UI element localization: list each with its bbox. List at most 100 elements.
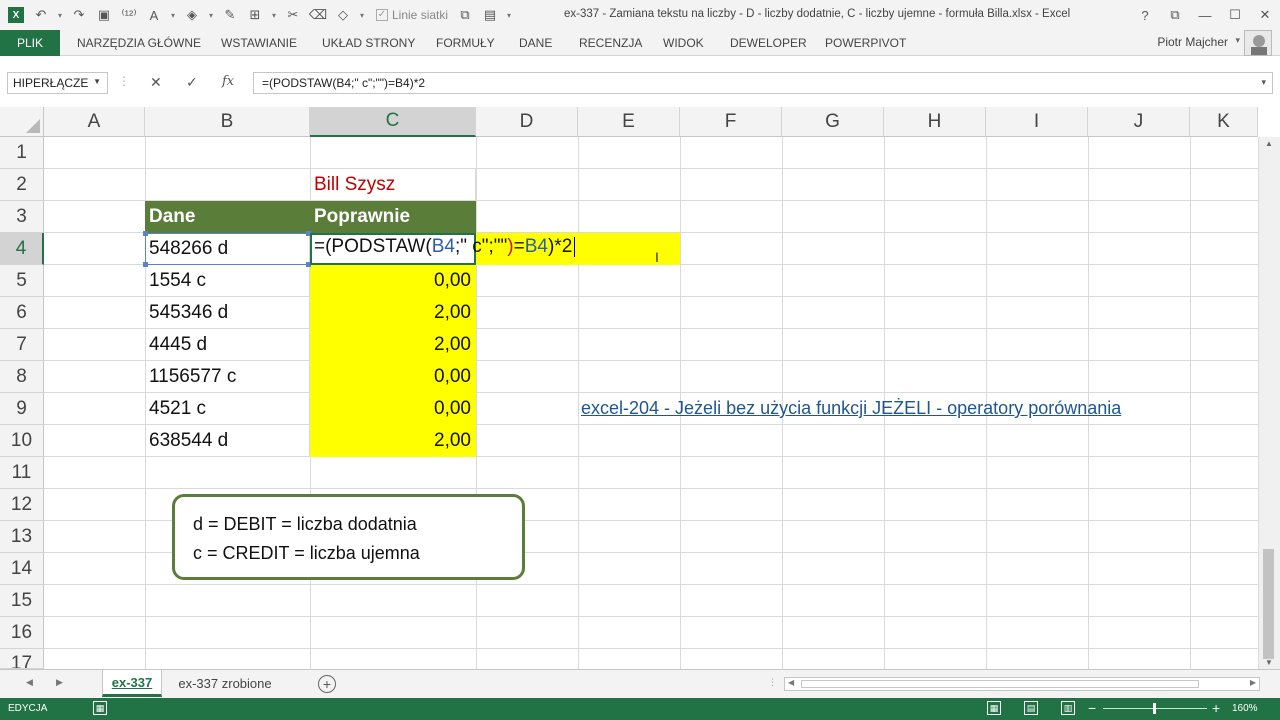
note-shape[interactable]: d = DEBIT = liczba dodatnia c = CREDIT =… — [172, 494, 525, 580]
macro-record-icon[interactable]: ▦ — [93, 701, 107, 715]
zoom-in-icon[interactable]: + — [1212, 700, 1220, 716]
row-header-7[interactable]: 7 — [0, 329, 44, 361]
cell-b10[interactable]: 638544 d — [145, 425, 310, 457]
close-icon[interactable]: ✕ — [1250, 7, 1280, 23]
fill-dropdown-icon[interactable]: ▾ — [206, 4, 216, 26]
redo-icon[interactable]: ↷ — [68, 4, 90, 26]
row-header-13[interactable]: 13 — [0, 521, 44, 553]
minimize-icon[interactable]: — — [1190, 8, 1220, 23]
ribbon-display-icon[interactable]: ⧉ — [1160, 7, 1190, 23]
add-sheet-icon[interactable]: + — [318, 675, 336, 693]
macro-icon[interactable]: ▤ — [479, 4, 501, 26]
gridlines-checkbox[interactable]: ✓ Linie siatki — [376, 8, 448, 22]
column-header-d[interactable]: D — [476, 107, 578, 137]
horizontal-scrollbar[interactable]: ◀ ▶ — [784, 677, 1260, 691]
cell-b8[interactable]: 1156577 c — [145, 361, 310, 393]
cell-b7[interactable]: 4445 d — [145, 329, 310, 361]
cell-edit-text[interactable]: =(PODSTAW(B4;" c";"")=B4)*2 — [314, 236, 576, 258]
cell-b6[interactable]: 545346 d — [145, 297, 310, 329]
scroll-left-icon[interactable]: ◀ — [788, 678, 794, 687]
cell-c7[interactable]: 2,00 — [310, 329, 476, 361]
column-header-c[interactable]: C — [310, 107, 476, 137]
row-header-1[interactable]: 1 — [0, 137, 44, 169]
font-color-icon[interactable]: A — [143, 4, 165, 26]
format-painter-icon[interactable]: ✂ — [282, 4, 304, 26]
row-header-11[interactable]: 11 — [0, 457, 44, 489]
formula-input[interactable]: =(PODSTAW(B4;" c";"")=B4)*2 ▾ — [253, 72, 1273, 94]
normal-view-icon[interactable]: ▦ — [987, 701, 1001, 715]
insert-function-icon[interactable]: fx — [222, 74, 234, 89]
zoom-level[interactable]: 160% — [1232, 703, 1258, 714]
tab-page-layout[interactable]: UKŁAD STRONY — [322, 30, 415, 56]
row-header-10[interactable]: 10 — [0, 425, 44, 457]
tab-insert[interactable]: WSTAWIANIE — [221, 30, 297, 56]
scroll-up-icon[interactable]: ▲ — [1265, 139, 1273, 148]
font-color-dropdown-icon[interactable]: ▾ — [168, 4, 178, 26]
tab-home[interactable]: NARZĘDZIA GŁÓWNE — [77, 30, 201, 56]
undo-icon[interactable]: ↶ — [30, 4, 52, 26]
page-break-view-icon[interactable]: ▥ — [1061, 701, 1075, 715]
user-name[interactable]: Piotr Majcher — [1157, 35, 1228, 49]
screenshot-icon[interactable]: ⧉ — [454, 4, 476, 26]
borders-dropdown-icon[interactable]: ▾ — [269, 4, 279, 26]
cell-c8[interactable]: 0,00 — [310, 361, 476, 393]
column-header-h[interactable]: H — [884, 107, 986, 137]
name-box[interactable]: HIPERŁĄCZE ▼ — [7, 72, 108, 94]
sheet-prev-icon[interactable]: ◀ — [26, 677, 33, 688]
vertical-scroll-thumb[interactable] — [1263, 549, 1274, 659]
page-layout-view-icon[interactable]: ▤ — [1024, 701, 1038, 715]
borders-icon[interactable]: ⊞ — [244, 4, 266, 26]
cell-c3[interactable]: Poprawnie — [310, 201, 476, 233]
cell-b3[interactable]: Dane — [145, 201, 310, 233]
cell-c5[interactable]: 0,00 — [310, 265, 476, 297]
tab-formulas[interactable]: FORMUŁY — [436, 30, 495, 56]
customize-qat-icon[interactable]: ▾ — [504, 4, 514, 26]
select-all-button[interactable] — [0, 107, 44, 137]
row-header-14[interactable]: 14 — [0, 553, 44, 585]
row-header-15[interactable]: 15 — [0, 585, 44, 617]
column-header-k[interactable]: K — [1190, 107, 1258, 137]
row-header-16[interactable]: 16 — [0, 617, 44, 649]
cell-c6[interactable]: 2,00 — [310, 297, 476, 329]
row-header-5[interactable]: 5 — [0, 265, 44, 297]
tab-view[interactable]: WIDOK — [663, 30, 704, 56]
column-header-f[interactable]: F — [680, 107, 782, 137]
eraser-icon[interactable]: ⌫ — [307, 4, 329, 26]
shapes-dropdown-icon[interactable]: ▾ — [357, 4, 367, 26]
tab-data[interactable]: DANE — [519, 30, 552, 56]
zoom-slider-thumb[interactable] — [1153, 703, 1156, 714]
cell-b9[interactable]: 4521 c — [145, 393, 310, 425]
row-header-4[interactable]: 4 — [0, 233, 44, 265]
row-header-9[interactable]: 9 — [0, 393, 44, 425]
column-header-e[interactable]: E — [578, 107, 680, 137]
vertical-scrollbar[interactable]: ▲ ▼ — [1258, 137, 1280, 669]
tab-powerpivot[interactable]: POWERPIVOT — [825, 30, 906, 56]
maximize-icon[interactable]: ☐ — [1220, 7, 1250, 23]
ref-handle[interactable] — [143, 231, 148, 236]
zoom-out-icon[interactable]: − — [1088, 700, 1096, 716]
tab-file[interactable]: PLIK — [0, 30, 60, 56]
fill-color-icon[interactable]: ◈ — [181, 4, 203, 26]
shapes-icon[interactable]: ◇ — [332, 4, 354, 26]
save-icon[interactable]: ▣ — [93, 4, 115, 26]
avatar[interactable] — [1244, 30, 1272, 56]
row-header-12[interactable]: 12 — [0, 489, 44, 521]
enter-icon[interactable]: ✓ — [186, 74, 198, 91]
row-header-2[interactable]: 2 — [0, 169, 44, 201]
cell-c2[interactable]: Bill Szysz — [310, 169, 476, 201]
horizontal-scroll-thumb[interactable] — [801, 680, 1199, 688]
cell-b5[interactable]: 1554 c — [145, 265, 310, 297]
user-dropdown-icon[interactable]: ▾ — [1235, 35, 1240, 46]
font-size-icon[interactable]: ⁽¹²⁾ — [118, 4, 140, 26]
row-header-6[interactable]: 6 — [0, 297, 44, 329]
sheet-next-icon[interactable]: ▶ — [56, 677, 63, 688]
sheet-tab-ex-337[interactable]: ex-337 — [102, 670, 162, 697]
row-header-17[interactable]: 17 — [0, 649, 44, 669]
name-box-dropdown-icon[interactable]: ▼ — [93, 77, 101, 86]
tab-split-grip-icon[interactable]: ⋮ — [768, 677, 777, 688]
scroll-down-icon[interactable]: ▼ — [1265, 658, 1273, 667]
hyperlink-excel-204[interactable]: excel-204 - Jeżeli bez użycia funkcji JE… — [581, 398, 1121, 419]
cell-c9[interactable]: 0,00 — [310, 393, 476, 425]
edit-icon[interactable]: ✎ — [219, 4, 241, 26]
scroll-right-icon[interactable]: ▶ — [1250, 678, 1256, 687]
